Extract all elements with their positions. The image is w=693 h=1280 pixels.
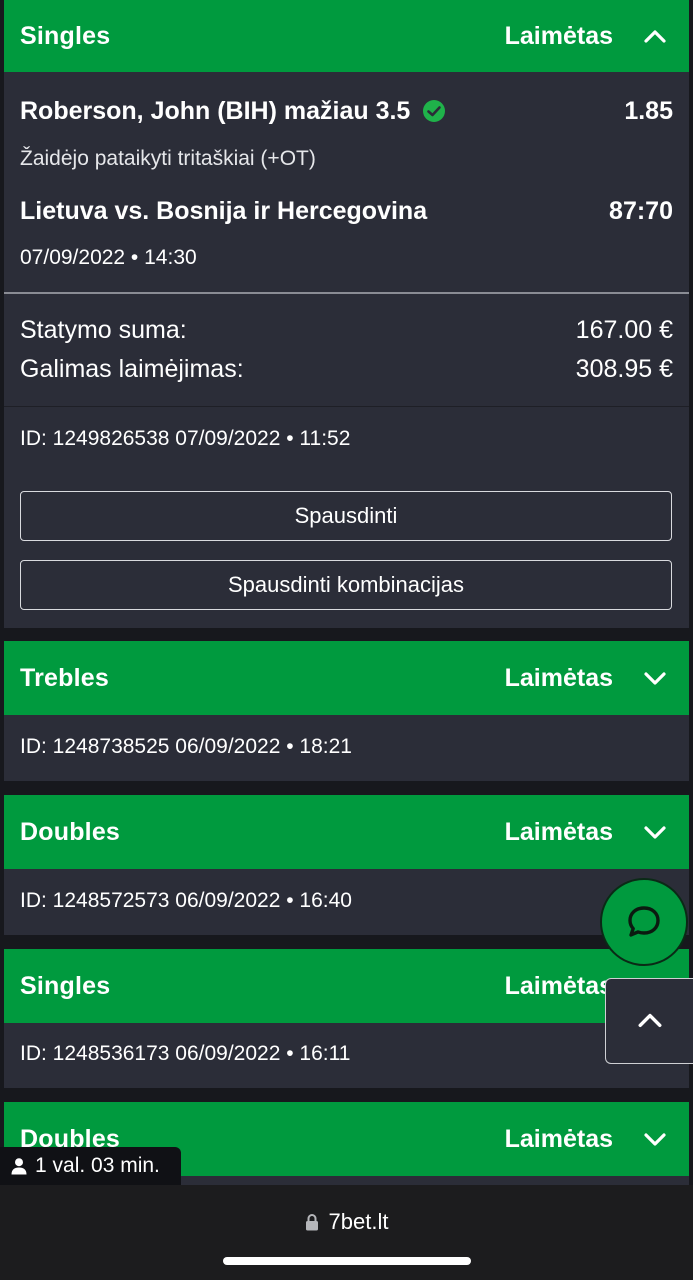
- bet-status: Laimėtas: [504, 817, 613, 846]
- check-circle-icon: [423, 100, 446, 122]
- browser-address-bar: 7bet.lt: [0, 1185, 693, 1280]
- session-timer: 1 val. 03 min.: [0, 1147, 181, 1185]
- bet-card-header[interactable]: Doubles Laimėtas: [4, 795, 689, 869]
- bet-id: ID: 1248536173 06/09/2022 • 16:11: [20, 1042, 351, 1065]
- bet-card: Doubles Laimėtas ID: 1248572573 06/09/20…: [4, 795, 689, 935]
- chevron-up-icon[interactable]: [643, 24, 667, 48]
- bet-id: ID: 1249826538 07/09/2022 • 11:52: [20, 427, 351, 450]
- chevron-down-icon[interactable]: [643, 666, 667, 690]
- payout-label: Galimas laimėjimas:: [20, 354, 244, 383]
- bet-type: Trebles: [20, 663, 109, 692]
- print-button[interactable]: Spausdinti: [20, 491, 672, 541]
- bet-id: ID: 1248738525 06/09/2022 • 18:21: [20, 735, 352, 758]
- user-icon: [11, 1158, 27, 1175]
- bet-card: Singles Laimėtas ID: 1248536173 06/09/20…: [4, 949, 689, 1088]
- event-score: 87:70: [609, 196, 673, 225]
- bet-type: Singles: [20, 21, 111, 50]
- bet-status: Laimėtas: [504, 1124, 613, 1153]
- selection-market: Žaidėjo pataikyti tritaškiai (+OT): [20, 147, 316, 170]
- bet-card-header[interactable]: Singles Laimėtas: [4, 949, 689, 1023]
- divider: [4, 292, 689, 294]
- event-time: 07/09/2022 • 14:30: [20, 246, 197, 269]
- selection-pick-row: Roberson, John (BIH) mažiau 3.5 1.85: [20, 94, 673, 128]
- bet-card-header[interactable]: Trebles Laimėtas: [4, 641, 689, 715]
- selection-odds: 1.85: [624, 96, 673, 125]
- event-name: Lietuva vs. Bosnija ir Hercegovina: [20, 196, 428, 225]
- stake-label: Statymo suma:: [20, 315, 187, 344]
- bet-id: ID: 1248572573 06/09/2022 • 16:40: [20, 889, 352, 912]
- payout-row: Galimas laimėjimas: 308.95 €: [20, 353, 673, 385]
- chat-button[interactable]: [600, 878, 688, 966]
- lock-icon: [305, 1214, 318, 1231]
- event-row: Lietuva vs. Bosnija ir Hercegovina 87:70: [20, 194, 673, 228]
- bet-history-page: Singles Laimėtas Roberson, John (BIH) ma…: [0, 0, 693, 1280]
- payout-value: 308.95 €: [575, 354, 673, 383]
- chevron-down-icon[interactable]: [643, 820, 667, 844]
- bet-status: Laimėtas: [504, 663, 613, 692]
- bet-status: Laimėtas: [504, 21, 613, 50]
- bet-card: Trebles Laimėtas ID: 1248738525 06/09/20…: [4, 641, 689, 781]
- bet-type: Doubles: [20, 817, 121, 846]
- home-indicator[interactable]: [223, 1257, 471, 1265]
- chat-icon: [628, 906, 660, 937]
- print-combinations-button[interactable]: Spausdinti kombinacijas: [20, 560, 672, 610]
- session-time: 1 val. 03 min.: [35, 1154, 160, 1177]
- bet-status: Laimėtas: [504, 971, 613, 1000]
- divider: [4, 406, 689, 407]
- scroll-to-top-button[interactable]: [605, 978, 693, 1064]
- url-text: 7bet.lt: [328, 1209, 389, 1234]
- url-display[interactable]: 7bet.lt: [0, 1209, 693, 1235]
- stake-value: 167.00 €: [575, 315, 673, 344]
- stake-row: Statymo suma: 167.00 €: [20, 314, 673, 346]
- bet-card-expanded: Singles Laimėtas Roberson, John (BIH) ma…: [4, 0, 689, 628]
- chevron-down-icon[interactable]: [643, 1127, 667, 1151]
- bet-type: Singles: [20, 971, 111, 1000]
- bet-card-header[interactable]: Singles Laimėtas: [4, 0, 689, 72]
- selection-pick: Roberson, John (BIH) mažiau 3.5: [20, 96, 411, 125]
- chevron-up-icon: [638, 1013, 661, 1028]
